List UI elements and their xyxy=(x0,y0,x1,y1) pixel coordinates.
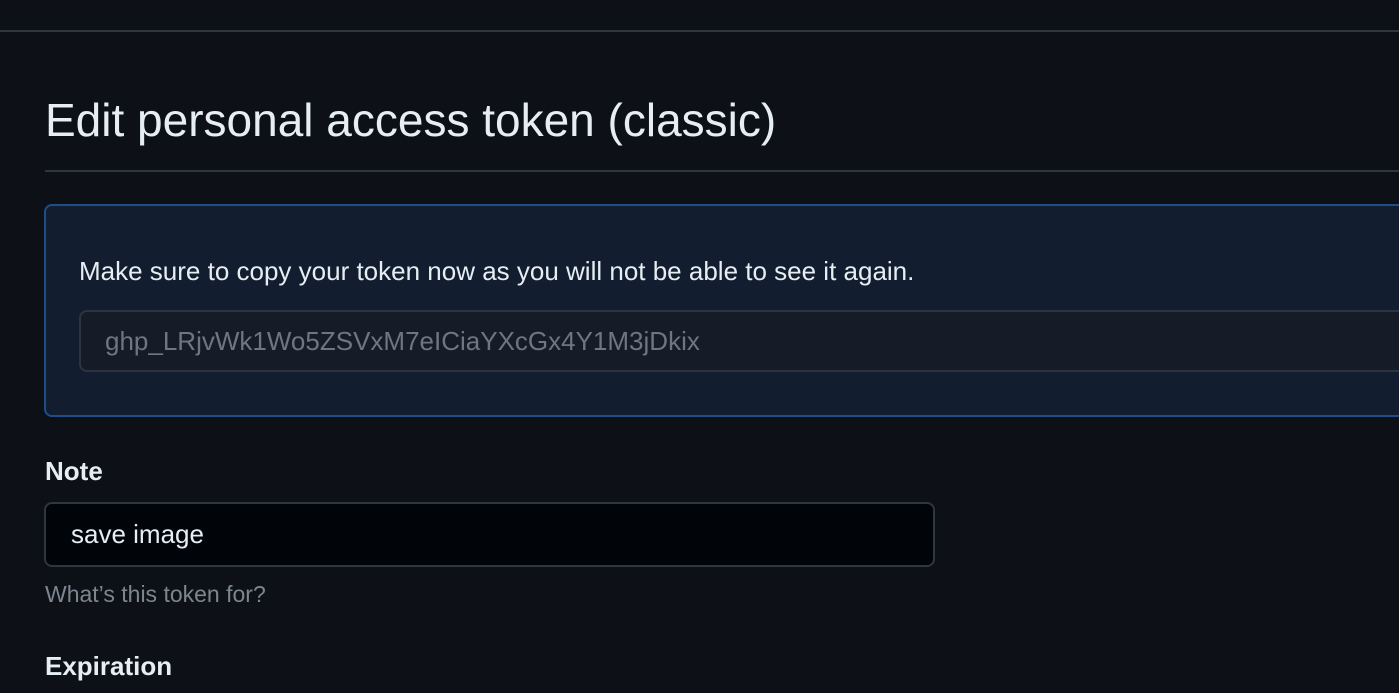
note-input[interactable] xyxy=(44,502,935,567)
flash-message: Make sure to copy your token now as you … xyxy=(79,256,915,286)
expiration-label: Expiration xyxy=(45,651,173,681)
page-title: Edit personal access token (classic) xyxy=(45,94,777,146)
note-label: Note xyxy=(45,456,103,486)
new-token-field[interactable] xyxy=(79,310,1399,372)
title-divider xyxy=(45,170,1399,172)
note-hint: What’s this token for? xyxy=(45,581,266,607)
settings-page: Edit personal access token (classic) Mak… xyxy=(0,0,1399,693)
header-bar xyxy=(0,0,1399,32)
